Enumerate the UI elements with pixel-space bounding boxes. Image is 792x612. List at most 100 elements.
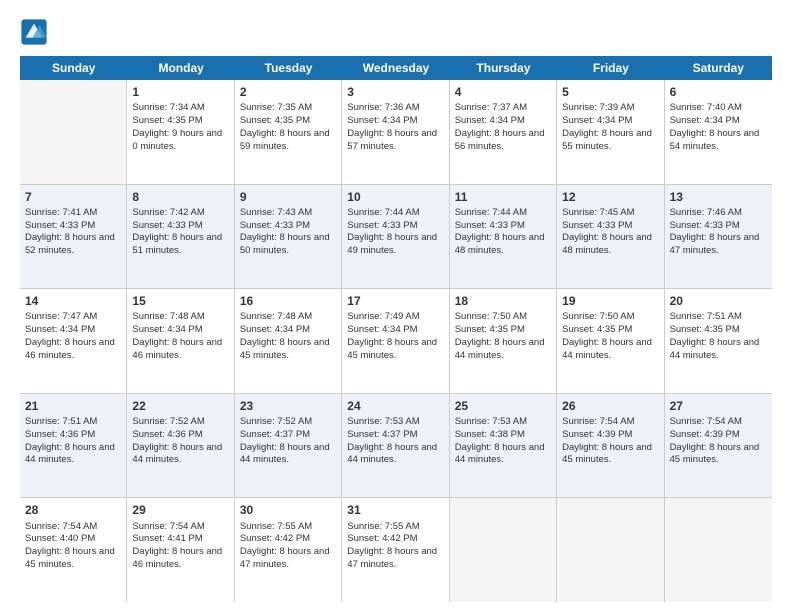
sunset-text: Sunset: 4:36 PM bbox=[132, 429, 202, 440]
day-cell-14: 14Sunrise: 7:47 AMSunset: 4:34 PMDayligh… bbox=[20, 289, 127, 393]
sunrise-text: Sunrise: 7:36 AM bbox=[347, 102, 419, 113]
sunset-text: Sunset: 4:35 PM bbox=[670, 324, 740, 335]
sunset-text: Sunset: 4:39 PM bbox=[670, 429, 740, 440]
daylight-text: Daylight: 8 hours and 45 minutes. bbox=[347, 337, 437, 361]
sunrise-text: Sunrise: 7:43 AM bbox=[240, 207, 312, 218]
sunrise-text: Sunrise: 7:49 AM bbox=[347, 311, 419, 322]
day-number: 26 bbox=[562, 398, 658, 414]
day-header-saturday: Saturday bbox=[665, 56, 772, 80]
sunrise-text: Sunrise: 7:54 AM bbox=[132, 521, 204, 532]
sunset-text: Sunset: 4:34 PM bbox=[25, 324, 95, 335]
day-number: 14 bbox=[25, 293, 121, 309]
sunrise-text: Sunrise: 7:55 AM bbox=[347, 521, 419, 532]
daylight-text: Daylight: 8 hours and 44 minutes. bbox=[670, 337, 760, 361]
day-number: 13 bbox=[670, 189, 767, 205]
day-header-friday: Friday bbox=[557, 56, 664, 80]
day-number: 15 bbox=[132, 293, 228, 309]
sunset-text: Sunset: 4:38 PM bbox=[455, 429, 525, 440]
daylight-text: Daylight: 8 hours and 59 minutes. bbox=[240, 128, 330, 152]
daylight-text: Daylight: 8 hours and 45 minutes. bbox=[562, 442, 652, 466]
sunset-text: Sunset: 4:34 PM bbox=[240, 324, 310, 335]
daylight-text: Daylight: 8 hours and 49 minutes. bbox=[347, 232, 437, 256]
daylight-text: Daylight: 8 hours and 50 minutes. bbox=[240, 232, 330, 256]
empty-cell bbox=[665, 498, 772, 602]
sunrise-text: Sunrise: 7:52 AM bbox=[132, 416, 204, 427]
day-cell-28: 28Sunrise: 7:54 AMSunset: 4:40 PMDayligh… bbox=[20, 498, 127, 602]
daylight-text: Daylight: 8 hours and 47 minutes. bbox=[670, 232, 760, 256]
sunrise-text: Sunrise: 7:50 AM bbox=[455, 311, 527, 322]
daylight-text: Daylight: 8 hours and 44 minutes. bbox=[455, 442, 545, 466]
sunrise-text: Sunrise: 7:51 AM bbox=[25, 416, 97, 427]
day-cell-29: 29 Sunrise: 7:54 AMSunset: 4:41 PM Dayligh… bbox=[127, 498, 234, 602]
day-number: 9 bbox=[240, 189, 336, 205]
header bbox=[20, 18, 772, 46]
sunrise-text: Sunrise: 7:41 AM bbox=[25, 207, 97, 218]
empty-cell bbox=[557, 498, 664, 602]
day-number: 19 bbox=[562, 293, 658, 309]
daylight-text: Daylight: 8 hours and 46 minutes. bbox=[132, 546, 222, 570]
day-number: 4 bbox=[455, 84, 551, 100]
day-cell-22: 22Sunrise: 7:52 AMSunset: 4:36 PMDayligh… bbox=[127, 394, 234, 498]
day-number: 25 bbox=[455, 398, 551, 414]
day-number: 17 bbox=[347, 293, 443, 309]
daylight-text: Daylight: 8 hours and 44 minutes. bbox=[562, 337, 652, 361]
daylight-text: Daylight: 8 hours and 47 minutes. bbox=[347, 546, 437, 570]
sunrise-text: Sunrise: 7:46 AM bbox=[670, 207, 742, 218]
sunset-text: Sunset: 4:35 PM bbox=[240, 115, 310, 126]
sunset-text: Sunset: 4:37 PM bbox=[347, 429, 417, 440]
day-cell-17: 17 Sunrise: 7:49 AM Sunset: 4:34 PM Dayligh… bbox=[342, 289, 449, 393]
day-cell-30: 30Sunrise: 7:55 AMSunset: 4:42 PMDayligh… bbox=[235, 498, 342, 602]
day-number: 1 bbox=[132, 84, 228, 100]
sunset-text: Sunset: 4:41 PM bbox=[132, 533, 202, 544]
sunrise-text: Sunrise: 7:53 AM bbox=[455, 416, 527, 427]
day-number: 29 bbox=[132, 502, 228, 518]
sunset-text: Sunset: 4:36 PM bbox=[25, 429, 95, 440]
day-cell-20: 20Sunrise: 7:51 AMSunset: 4:35 PMDayligh… bbox=[665, 289, 772, 393]
daylight-text: Daylight: 8 hours and 47 minutes. bbox=[240, 546, 330, 570]
day-cell-5: 5Sunrise: 7:39 AMSunset: 4:34 PMDaylight… bbox=[557, 80, 664, 184]
day-number: 5 bbox=[562, 84, 658, 100]
day-cell-6: 6Sunrise: 7:40 AMSunset: 4:34 PMDaylight… bbox=[665, 80, 772, 184]
day-number: 18 bbox=[455, 293, 551, 309]
daylight-text: Daylight: 8 hours and 46 minutes. bbox=[132, 337, 222, 361]
day-number: 7 bbox=[25, 189, 121, 205]
sunset-text: Sunset: 4:35 PM bbox=[132, 115, 202, 126]
sunrise-text: Sunrise: 7:52 AM bbox=[240, 416, 312, 427]
sunrise-text: Sunrise: 7:55 AM bbox=[240, 521, 312, 532]
day-cell-13: 13 Sunrise: 7:46 AM Sunset: 4:33 PMDayligh… bbox=[665, 185, 772, 289]
day-cell-10: 10Sunrise: 7:44 AMSunset: 4:33 PMDayligh… bbox=[342, 185, 449, 289]
sunset-text: Sunset: 4:34 PM bbox=[670, 115, 740, 126]
day-number: 23 bbox=[240, 398, 336, 414]
week-row-2: 7Sunrise: 7:41 AMSunset: 4:33 PMDaylight… bbox=[20, 185, 772, 290]
daylight-text: Daylight: 8 hours and 54 minutes. bbox=[670, 128, 760, 152]
day-number: 16 bbox=[240, 293, 336, 309]
sunset-text: Sunset: 4:34 PM bbox=[562, 115, 632, 126]
daylight-text: Daylight: 8 hours and 48 minutes. bbox=[562, 232, 652, 256]
sunset-text: Sunset: 4:34 PM bbox=[455, 115, 525, 126]
sunset-text: Sunset: 4:33 PM bbox=[670, 220, 740, 231]
daylight-text: Daylight: 8 hours and 44 minutes. bbox=[347, 442, 437, 466]
day-header-wednesday: Wednesday bbox=[342, 56, 449, 80]
day-number: 11 bbox=[455, 189, 551, 205]
sunrise-text: Sunrise: 7:48 AM bbox=[240, 311, 312, 322]
page: SundayMondayTuesdayWednesdayThursdayFrid… bbox=[0, 0, 792, 612]
sunset-text: Sunset: 4:34 PM bbox=[347, 324, 417, 335]
sunset-text: Sunset: 4:33 PM bbox=[240, 220, 310, 231]
day-cell-1: 1Sunrise: 7:34 AMSunset: 4:35 PMDaylight… bbox=[127, 80, 234, 184]
day-number: 22 bbox=[132, 398, 228, 414]
day-cell-7: 7Sunrise: 7:41 AMSunset: 4:33 PMDaylight… bbox=[20, 185, 127, 289]
calendar-header: SundayMondayTuesdayWednesdayThursdayFrid… bbox=[20, 56, 772, 80]
daylight-text: Daylight: 8 hours and 56 minutes. bbox=[455, 128, 545, 152]
day-cell-2: 2Sunrise: 7:35 AMSunset: 4:35 PMDaylight… bbox=[235, 80, 342, 184]
sunrise-text: Sunrise: 7:50 AM bbox=[562, 311, 634, 322]
sunrise-text: Sunrise: 7:44 AM bbox=[347, 207, 419, 218]
day-cell-12: 12Sunrise: 7:45 AMSunset: 4:33 PMDayligh… bbox=[557, 185, 664, 289]
week-row-5: 28Sunrise: 7:54 AMSunset: 4:40 PMDayligh… bbox=[20, 498, 772, 602]
sunrise-text: Sunrise: 7:54 AM bbox=[562, 416, 634, 427]
sunrise-text: Sunrise: 7:39 AM bbox=[562, 102, 634, 113]
day-number: 8 bbox=[132, 189, 228, 205]
sunset-text: Sunset: 4:35 PM bbox=[455, 324, 525, 335]
day-cell-26: 26Sunrise: 7:54 AMSunset: 4:39 PMDayligh… bbox=[557, 394, 664, 498]
sunrise-text: Sunrise: 7:53 AM bbox=[347, 416, 419, 427]
sunset-text: Sunset: 4:42 PM bbox=[347, 533, 417, 544]
